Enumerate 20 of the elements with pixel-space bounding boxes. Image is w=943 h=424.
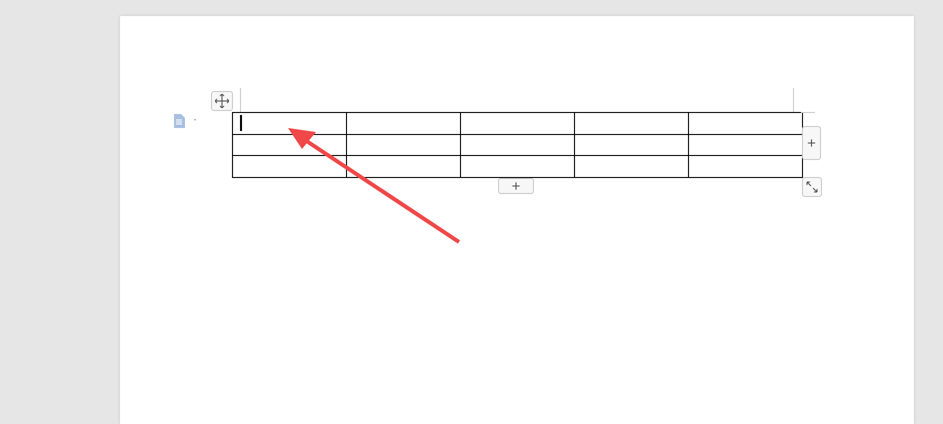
resize-handle[interactable] [802,177,822,197]
add-row-button[interactable]: + [498,178,534,194]
resize-icon [806,181,818,193]
move-handle[interactable] [211,91,233,111]
table-cell[interactable] [574,156,688,177]
table-cell[interactable] [688,112,802,134]
table-cell[interactable] [574,112,688,134]
table-cell[interactable] [346,156,460,177]
add-column-button[interactable]: + [802,126,821,160]
table-cell[interactable] [346,134,460,156]
table-cell[interactable] [232,112,346,134]
table-cell[interactable] [460,112,574,134]
table-cell[interactable] [574,134,688,156]
table-cell[interactable] [460,134,574,156]
table-cell[interactable] [232,156,346,177]
text-cursor [240,115,242,132]
table-cell[interactable] [346,112,460,134]
table-cell[interactable] [460,156,574,177]
move-icon [215,94,229,108]
table-cell[interactable] [688,156,802,177]
